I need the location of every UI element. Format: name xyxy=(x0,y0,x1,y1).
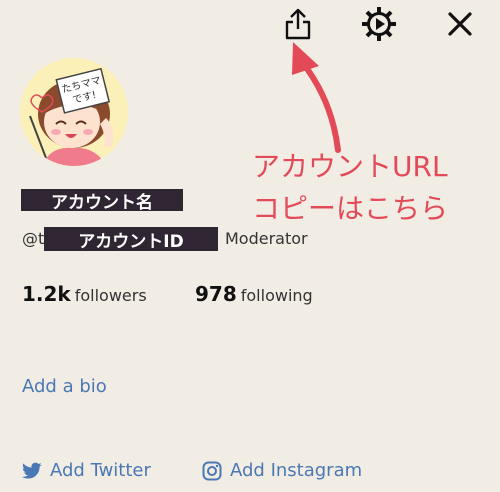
close-button[interactable] xyxy=(440,4,480,44)
avatar[interactable]: たちママ です! xyxy=(20,58,128,166)
instagram-icon xyxy=(202,461,222,481)
followers-count: 1.2k xyxy=(22,282,71,306)
add-instagram-label: Add Instagram xyxy=(230,460,363,481)
account-id: アカウントID xyxy=(44,227,218,252)
avatar-illustration: たちママ です! xyxy=(20,58,128,166)
gear-icon xyxy=(362,7,396,41)
handle-prefix: @t xyxy=(22,229,45,248)
role-label: Moderator xyxy=(225,229,308,248)
annotation-text: アカウントURL コピーはこちら xyxy=(252,150,449,225)
share-icon xyxy=(285,8,311,40)
add-instagram-link[interactable]: Add Instagram xyxy=(202,460,362,481)
close-icon xyxy=(448,12,472,36)
following-count: 978 xyxy=(195,282,237,306)
followers-label: followers xyxy=(74,286,147,305)
account-name: アカウント名 xyxy=(21,189,183,213)
followers-stat[interactable]: 1.2k followers xyxy=(22,282,147,306)
add-twitter-label: Add Twitter xyxy=(50,460,151,481)
twitter-icon xyxy=(22,462,42,480)
following-label: following xyxy=(240,286,313,305)
add-bio-link[interactable]: Add a bio xyxy=(22,376,107,397)
share-button[interactable] xyxy=(278,4,318,44)
add-twitter-link[interactable]: Add Twitter xyxy=(22,460,151,481)
settings-button[interactable] xyxy=(358,4,400,44)
following-stat[interactable]: 978 following xyxy=(195,282,313,306)
